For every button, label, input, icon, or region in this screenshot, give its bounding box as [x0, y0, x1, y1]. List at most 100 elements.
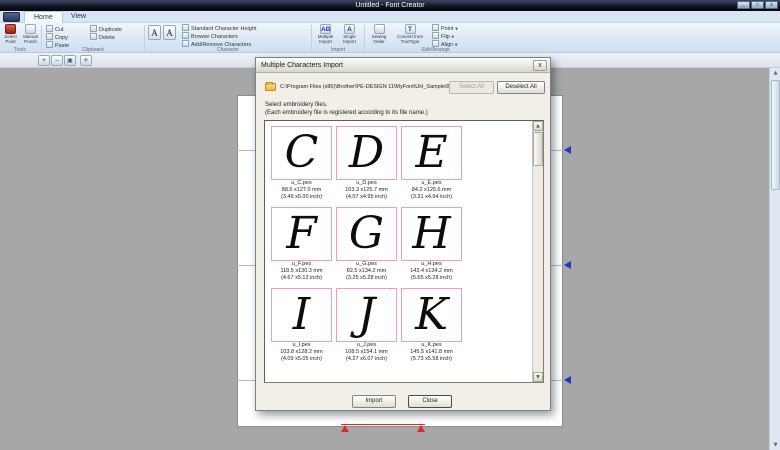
character-glyph: K	[415, 290, 448, 340]
maximize-icon[interactable]: □	[751, 1, 764, 9]
character-grid: Cu_C.pes88.6 x127.0 mm(3.49 x5.00 inch)D…	[271, 126, 471, 369]
scroll-up-icon[interactable]: ▲	[771, 68, 780, 78]
size-mm: 82.5 x134.2 mm	[336, 268, 397, 275]
manual-punch-button[interactable]: Manual Punch	[21, 24, 40, 45]
multiple-import-button[interactable]: AB Multiple Import	[314, 24, 337, 45]
size-mm: 103.8 x128.2 mm	[271, 349, 332, 356]
instruction-line-1: Select embroidery files.	[265, 102, 428, 110]
single-import-icon: A	[344, 24, 355, 34]
character-thumbnail: D	[336, 126, 397, 180]
zoom-fit-icon[interactable]: ▣	[64, 55, 76, 66]
convert-from-truetype-button[interactable]: T Convert from TrueType	[393, 24, 427, 45]
close-button[interactable]: Close	[408, 395, 452, 408]
pan-icon[interactable]: ✛	[80, 55, 92, 66]
scroll-down-icon[interactable]: ▼	[771, 440, 780, 450]
character-item[interactable]: Gu_G.pes82.5 x134.2 mm(3.25 x5.28 inch)	[336, 207, 397, 282]
ribbon-group-character: A A Standard Character Height Browse Cha…	[146, 23, 310, 53]
vertical-scrollbar[interactable]: ▲ ▼	[769, 68, 780, 450]
character-item[interactable]: Iu_I.pes103.8 x128.2 mm(4.09 x5.05 inch)	[271, 288, 332, 363]
character-item[interactable]: Fu_F.pes118.5 x130.3 mm(4.67 x5.13 inch)	[271, 207, 332, 282]
copy-icon	[46, 33, 53, 40]
import-folder-path: C:\Program Files (x86)\Brother\PE-DESIGN…	[280, 84, 450, 90]
application-menu-button[interactable]	[3, 12, 20, 22]
window-title: Untitled - Font Creator	[0, 0, 780, 11]
ribbon-group-import: AB Multiple Import A Single Import Impor…	[313, 23, 363, 53]
character-glyph: I	[293, 290, 310, 340]
import-button[interactable]: Import	[352, 395, 396, 408]
size-mm: 103.3 x125.7 mm	[336, 187, 397, 194]
add-remove-characters-icon	[182, 40, 189, 47]
dialog-instructions: Select embroidery files. (Each embroider…	[265, 102, 428, 117]
character-size-up-button[interactable]: A	[148, 25, 161, 40]
character-item[interactable]: Eu_E.pes84.2 x125.6 mm(3.31 x4.94 inch)	[401, 126, 462, 201]
character-glyph: H	[412, 209, 450, 259]
guide-handle-blue[interactable]	[564, 261, 571, 269]
size-inch: (5.65 x5.28 inch)	[401, 275, 462, 282]
size-mm: 143.4 x134.2 mm	[401, 268, 462, 275]
cut-icon	[46, 25, 53, 32]
delete-icon	[90, 33, 97, 40]
size-mm: 84.2 x125.6 mm	[401, 187, 462, 194]
select-all-button[interactable]: Select All	[449, 81, 494, 94]
character-glyph: C	[285, 128, 319, 178]
character-thumbnail: E	[401, 126, 462, 180]
file-name: u_K.pes	[401, 342, 462, 349]
guide-handle-blue[interactable]	[564, 146, 571, 154]
width-handle-red[interactable]	[417, 425, 425, 432]
character-thumbnail: F	[271, 207, 332, 261]
file-name: u_E.pes	[401, 180, 462, 187]
file-name: u_I.pes	[271, 342, 332, 349]
embroidery-file-list: Cu_C.pes88.6 x127.0 mm(3.49 x5.00 inch)D…	[264, 120, 544, 383]
tab-home[interactable]: Home	[24, 11, 63, 23]
dialog-title: Multiple Characters Import	[256, 58, 550, 73]
chevron-down-icon: ▼	[451, 35, 454, 39]
size-inch: (3.49 x5.00 inch)	[271, 194, 332, 201]
character-item[interactable]: Ku_K.pes145.5 x141.8 mm(5.73 x5.58 inch)	[401, 288, 462, 363]
zoom-in-icon[interactable]: +	[38, 55, 50, 66]
list-scroll-down-icon[interactable]: ▼	[533, 372, 543, 382]
size-inch: (3.25 x5.28 inch)	[336, 275, 397, 282]
zoom-out-icon[interactable]: −	[51, 55, 63, 66]
guide-handle-blue[interactable]	[564, 376, 571, 384]
list-scroll-up-icon[interactable]: ▲	[533, 121, 543, 131]
deselect-all-button[interactable]: Deselect All	[497, 81, 545, 94]
ribbon-group-tools: Select Point Manual Punch Tools	[0, 23, 40, 53]
character-glyph: G	[349, 209, 384, 259]
list-scrollbar-thumb[interactable]	[533, 132, 543, 166]
convert-truetype-icon: T	[405, 24, 416, 34]
character-item[interactable]: Cu_C.pes88.6 x127.0 mm(3.49 x5.00 inch)	[271, 126, 332, 201]
file-name: u_C.pes	[271, 180, 332, 187]
folder-icon	[265, 83, 276, 91]
character-glyph: D	[349, 128, 384, 178]
list-scrollbar[interactable]: ▲ ▼	[532, 121, 543, 382]
character-thumbnail: I	[271, 288, 332, 342]
point-icon	[432, 24, 439, 31]
title-bar: Untitled - Font Creator _ □ x	[0, 0, 780, 11]
size-inch: (5.73 x5.58 inch)	[401, 356, 462, 363]
single-import-button[interactable]: A Single Import	[338, 24, 361, 45]
width-handle-red[interactable]	[341, 425, 349, 432]
dialog-close-icon[interactable]: x	[533, 60, 547, 71]
scrollbar-thumb[interactable]	[771, 80, 780, 190]
character-item[interactable]: Du_D.pes103.3 x125.7 mm(4.07 x4.95 inch)	[336, 126, 397, 201]
browse-characters-icon	[182, 32, 189, 39]
size-mm: 108.5 x154.1 mm	[336, 349, 397, 356]
sewing-order-button[interactable]: Sewing Order	[367, 24, 391, 45]
size-inch: (4.07 x4.95 inch)	[336, 194, 397, 201]
tab-view[interactable]: View	[62, 11, 95, 23]
character-size-down-button[interactable]: A	[163, 25, 176, 40]
character-item[interactable]: Ju_J.pes108.5 x154.1 mm(4.27 x6.07 inch)	[336, 288, 397, 363]
character-thumbnail: K	[401, 288, 462, 342]
file-name: u_H.pes	[401, 261, 462, 268]
file-name: u_J.pes	[336, 342, 397, 349]
delete-button[interactable]: Delete	[90, 33, 115, 42]
character-item[interactable]: Hu_H.pes143.4 x134.2 mm(5.65 x5.28 inch)	[401, 207, 462, 282]
chevron-down-icon: ▼	[455, 27, 458, 31]
sewing-order-icon	[374, 24, 385, 34]
size-inch: (4.09 x5.05 inch)	[271, 356, 332, 363]
multiple-import-icon: AB	[320, 24, 331, 34]
character-thumbnail: H	[401, 207, 462, 261]
select-point-button[interactable]: Select Point	[1, 24, 20, 45]
close-icon[interactable]: x	[765, 1, 778, 9]
minimize-icon[interactable]: _	[737, 1, 750, 9]
